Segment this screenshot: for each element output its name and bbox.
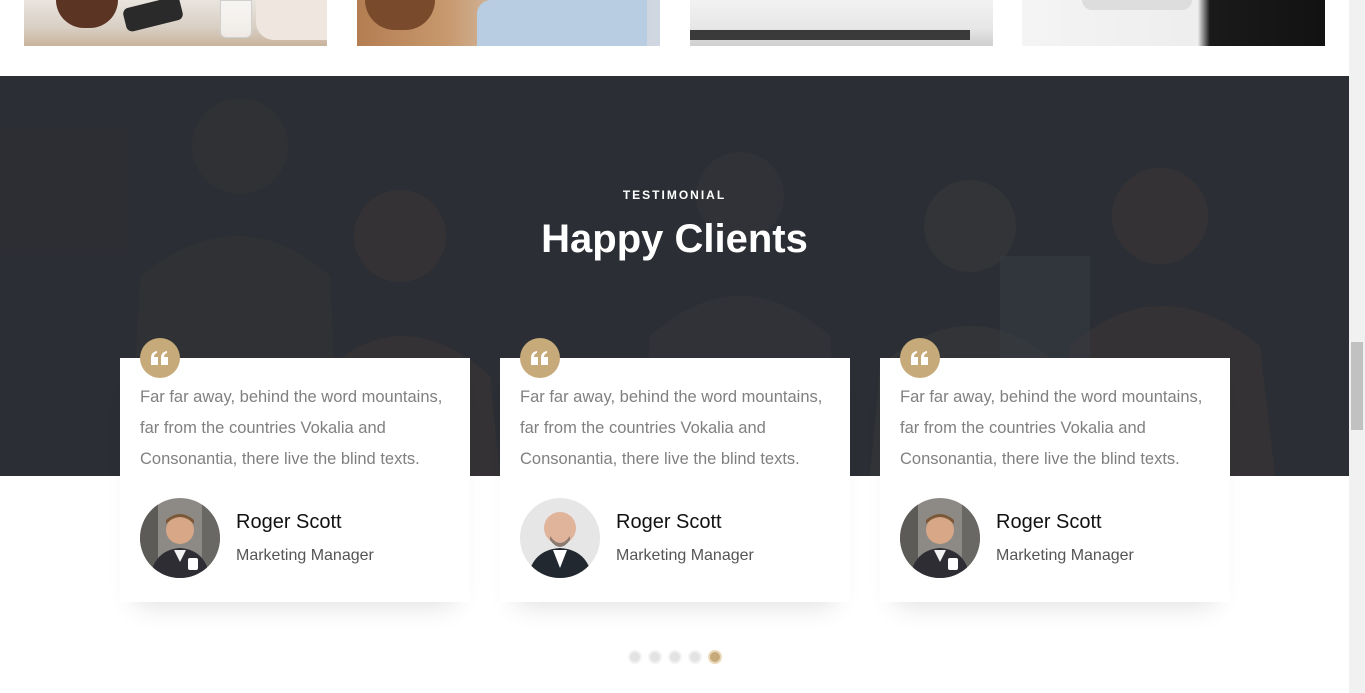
person-name: Roger Scott — [616, 511, 722, 533]
avatar — [140, 498, 220, 578]
avatar — [520, 498, 600, 578]
quote-icon — [520, 338, 560, 378]
gallery-image-meeting[interactable] — [1022, 0, 1325, 46]
gallery-image-desk[interactable] — [690, 0, 993, 46]
scrollbar[interactable] — [1349, 0, 1365, 693]
quote-icon — [900, 338, 940, 378]
gallery-strip — [0, 0, 1349, 76]
testimonial-quote: Far far away, behind the word mountains,… — [520, 388, 823, 468]
carousel-dot-3[interactable] — [668, 650, 682, 664]
avatar — [900, 498, 980, 578]
section-eyebrow: TESTIMONIAL — [622, 188, 727, 202]
person-role: Marketing Manager — [996, 547, 1134, 564]
quote-icon — [140, 338, 180, 378]
carousel-dot-1[interactable] — [628, 650, 642, 664]
person-role: Marketing Manager — [236, 547, 374, 564]
page: TESTIMONIAL Happy Clients Far far away, … — [0, 0, 1349, 693]
testimonial-card: Far far away, behind the word mountains,… — [880, 338, 1230, 602]
person-role: Marketing Manager — [616, 547, 754, 564]
testimonial-quote: Far far away, behind the word mountains,… — [140, 388, 443, 468]
carousel-dot-5[interactable] — [708, 650, 722, 664]
testimonial-quote: Far far away, behind the word mountains,… — [900, 388, 1203, 468]
scrollbar-thumb[interactable] — [1351, 342, 1363, 430]
section-title: Happy Clients — [541, 217, 808, 261]
person-name: Roger Scott — [996, 511, 1102, 533]
testimonial-card: Far far away, behind the word mountains,… — [120, 338, 470, 602]
person-name: Roger Scott — [236, 511, 342, 533]
carousel-dots — [628, 650, 722, 664]
gallery-image-documents[interactable] — [357, 0, 660, 46]
gallery-image-gavel[interactable] — [24, 0, 327, 46]
carousel-dot-4[interactable] — [688, 650, 702, 664]
testimonial-card: Far far away, behind the word mountains,… — [500, 338, 850, 602]
carousel-dot-2[interactable] — [648, 650, 662, 664]
